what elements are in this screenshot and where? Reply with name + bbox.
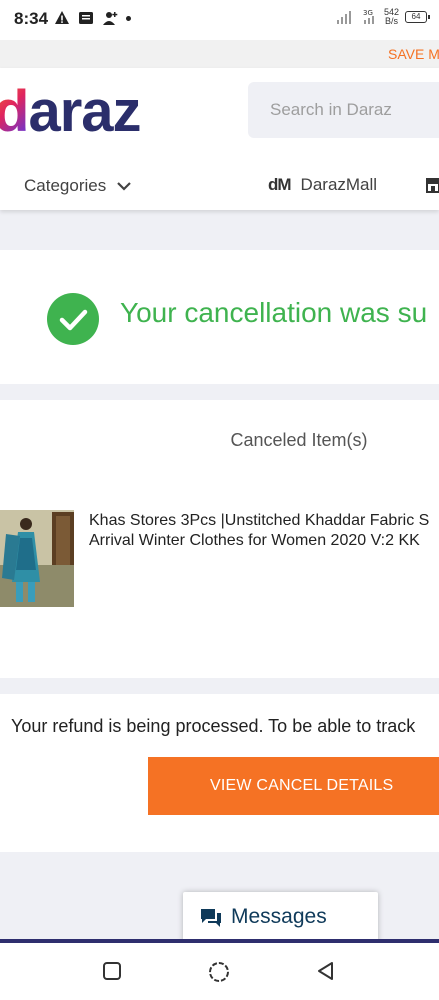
product-image[interactable] bbox=[0, 510, 74, 607]
search-input[interactable] bbox=[270, 100, 439, 120]
chevron-down-icon bbox=[117, 182, 131, 191]
product-name-line-2: Arrival Winter Clothes for Women 2020 V:… bbox=[89, 532, 420, 549]
status-bar: 8:34 3G 542 B/s 64 bbox=[0, 0, 439, 40]
logo-rest: araz bbox=[28, 79, 141, 144]
canceled-items-section: Canceled Item(s) Khas Stores 3Pcs |Unsti… bbox=[0, 400, 439, 678]
signal-icon bbox=[336, 11, 351, 24]
store-icon[interactable] bbox=[424, 176, 439, 194]
site-header: daraz Categories dM DarazMall bbox=[0, 68, 439, 210]
status-notification-icons bbox=[54, 10, 131, 26]
refund-message: Your refund is being processed. To be ab… bbox=[11, 716, 416, 736]
warning-icon bbox=[55, 11, 69, 24]
cancellation-success-section: Your cancellation was su bbox=[0, 250, 439, 384]
categories-label: Categories bbox=[24, 176, 107, 195]
system-navigation-bar bbox=[0, 943, 439, 1000]
categories-menu[interactable]: Categories bbox=[24, 176, 132, 196]
promo-strip: SAVE M bbox=[0, 40, 439, 68]
daraz-logo[interactable]: daraz bbox=[0, 78, 142, 145]
logo-first-letter: d bbox=[0, 79, 29, 144]
svg-text:3G: 3G bbox=[363, 9, 373, 17]
refund-section: Your refund is being processed. To be ab… bbox=[0, 694, 439, 852]
messages-button[interactable]: Messages bbox=[183, 892, 378, 944]
search-box[interactable] bbox=[248, 82, 439, 138]
page: 8:34 3G 542 B/s 64 SAVE M daraz Categori… bbox=[0, 0, 439, 1000]
home-icon[interactable] bbox=[208, 961, 230, 983]
darazmall-link[interactable]: dM DarazMall bbox=[268, 175, 377, 195]
success-check-icon bbox=[47, 293, 99, 345]
view-cancel-details-button[interactable]: VIEW CANCEL DETAILS bbox=[148, 757, 439, 815]
status-time: 8:34 bbox=[14, 9, 49, 28]
recent-apps-icon[interactable] bbox=[102, 961, 122, 981]
status-system-icons: 3G 542 B/s 64 bbox=[336, 8, 430, 26]
message-notification-icon bbox=[79, 12, 93, 24]
battery-icon: 64 bbox=[405, 11, 430, 23]
canceled-items-title: Canceled Item(s) bbox=[230, 430, 368, 450]
signal-3g-icon: 3G bbox=[363, 9, 374, 24]
network-speed: 542 B/s bbox=[384, 8, 399, 26]
product-name[interactable]: Khas Stores 3Pcs |Unstitched Khaddar Fab… bbox=[89, 511, 439, 551]
success-message: Your cancellation was su bbox=[120, 297, 428, 328]
back-icon[interactable] bbox=[316, 961, 336, 981]
promo-link[interactable]: SAVE M bbox=[388, 46, 439, 62]
chat-icon bbox=[201, 909, 221, 927]
darazmall-icon: dM bbox=[268, 175, 292, 194]
add-contact-icon bbox=[103, 12, 118, 25]
more-notifications-dot bbox=[126, 15, 131, 21]
product-name-line-1: Khas Stores 3Pcs |Unstitched Khaddar Fab… bbox=[89, 512, 430, 529]
messages-label: Messages bbox=[231, 905, 327, 928]
network-speed-unit: B/s bbox=[384, 16, 398, 26]
darazmall-label: DarazMall bbox=[300, 175, 378, 194]
